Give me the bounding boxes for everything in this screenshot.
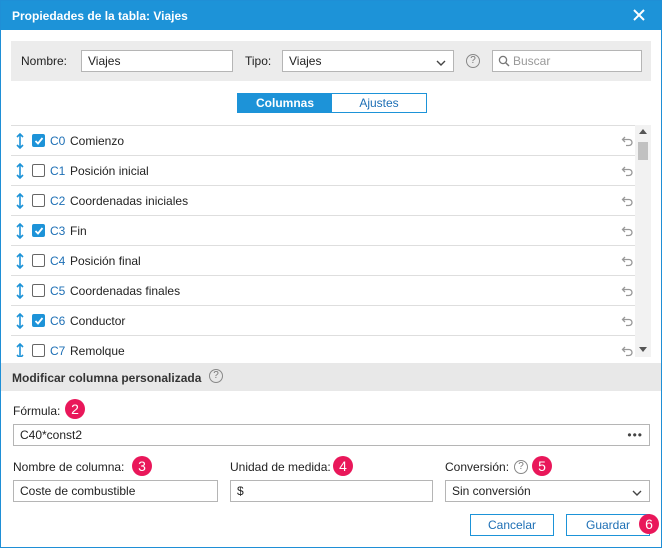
type-select-value: Viajes [289, 54, 322, 68]
list-scrollbar[interactable] [635, 125, 651, 357]
column-checkbox[interactable] [32, 344, 45, 357]
search-icon [498, 55, 510, 67]
column-code: C3 [50, 224, 66, 238]
column-code: C0 [50, 134, 66, 148]
column-name-label: Nombre de columna: [13, 460, 125, 474]
conversion-select[interactable]: Sin conversión [445, 480, 650, 502]
list-item: C0 Comienzo [11, 126, 635, 156]
list-item: C3 Fin [11, 216, 635, 246]
scroll-up-arrow-icon[interactable] [639, 129, 647, 134]
column-code: C6 [50, 314, 66, 328]
save-button[interactable]: Guardar [566, 514, 650, 536]
type-select[interactable]: Viajes [282, 50, 454, 72]
column-code: C1 [50, 164, 66, 178]
column-name: Remolque [70, 344, 125, 357]
list-item: C7 Remolque [11, 336, 635, 357]
tab-bar: Columnas Ajustes [237, 93, 427, 113]
reset-icon[interactable] [621, 345, 633, 357]
reset-icon[interactable] [621, 285, 633, 297]
list-item: C1 Posición inicial [11, 156, 635, 186]
tab-ajustes[interactable]: Ajustes [332, 94, 426, 112]
column-checkbox[interactable] [32, 254, 45, 267]
drag-handle-icon[interactable] [15, 132, 25, 150]
help-icon[interactable]: ? [209, 369, 223, 383]
drag-handle-icon[interactable] [15, 282, 25, 300]
column-name: Posición inicial [70, 164, 149, 178]
search-box[interactable] [492, 50, 642, 72]
column-code: C2 [50, 194, 66, 208]
close-icon[interactable] [631, 7, 647, 23]
reset-icon[interactable] [621, 225, 633, 237]
drag-handle-icon[interactable] [15, 342, 25, 357]
drag-handle-icon[interactable] [15, 222, 25, 240]
column-code: C5 [50, 284, 66, 298]
list-item: C5 Coordenadas finales [11, 276, 635, 306]
formula-label: Fórmula: [13, 404, 61, 418]
formula-input[interactable] [20, 425, 620, 445]
chevron-down-icon [631, 485, 643, 497]
dialog-title: Propiedades de la tabla: Viajes [12, 9, 188, 23]
scrollbar-thumb[interactable] [638, 142, 648, 160]
cancel-button[interactable]: Cancelar [470, 514, 554, 536]
list-item: C4 Posición final [11, 246, 635, 276]
section-title: Modificar columna personalizada [12, 371, 202, 385]
type-label: Tipo: [245, 54, 272, 68]
scroll-down-arrow-icon[interactable] [639, 347, 647, 352]
search-input[interactable] [513, 51, 637, 71]
custom-column-section-header: Modificar columna personalizada ? [1, 363, 661, 391]
column-checkbox[interactable] [32, 224, 45, 237]
callout-badge: 5 [532, 456, 552, 476]
conversion-select-value: Sin conversión [452, 484, 531, 498]
drag-handle-icon[interactable] [15, 192, 25, 210]
column-name: Comienzo [70, 134, 125, 148]
column-checkbox[interactable] [32, 314, 45, 327]
callout-badge: 3 [132, 456, 152, 476]
column-name: Conductor [70, 314, 126, 328]
reset-icon[interactable] [621, 195, 633, 207]
callout-badge: 6 [639, 514, 659, 534]
drag-handle-icon[interactable] [15, 312, 25, 330]
drag-handle-icon[interactable] [15, 162, 25, 180]
unit-input[interactable] [230, 480, 433, 502]
column-name: Coordenadas finales [70, 284, 181, 298]
callout-badge: 2 [65, 399, 85, 419]
column-checkbox[interactable] [32, 164, 45, 177]
help-icon[interactable]: ? [514, 460, 528, 474]
name-label: Nombre: [21, 54, 68, 68]
drag-handle-icon[interactable] [15, 252, 25, 270]
chevron-down-icon [435, 55, 447, 67]
dialog-titlebar: Propiedades de la tabla: Viajes [1, 1, 661, 30]
columns-list: C0 Comienzo C1 Posición inicial C2 Coord… [11, 125, 651, 357]
reset-icon[interactable] [621, 165, 633, 177]
reset-icon[interactable] [621, 135, 633, 147]
reset-icon[interactable] [621, 315, 633, 327]
help-icon[interactable]: ? [466, 54, 480, 68]
list-item: C6 Conductor [11, 306, 635, 336]
column-code: C7 [50, 344, 66, 357]
column-checkbox[interactable] [32, 194, 45, 207]
table-properties-dialog: Propiedades de la tabla: Viajes Nombre: … [0, 0, 662, 548]
formula-field[interactable]: ••• [13, 424, 650, 446]
conversion-label: Conversión: [445, 460, 510, 474]
column-code: C4 [50, 254, 66, 268]
column-name: Posición final [70, 254, 141, 268]
unit-label: Unidad de medida: [230, 460, 331, 474]
column-name-input[interactable] [13, 480, 218, 502]
callout-badge: 4 [333, 456, 353, 476]
column-checkbox[interactable] [32, 284, 45, 297]
filter-bar: Nombre: Tipo: Viajes ? [11, 41, 651, 81]
reset-icon[interactable] [621, 255, 633, 267]
column-checkbox[interactable] [32, 134, 45, 147]
list-item: C2 Coordenadas iniciales [11, 186, 635, 216]
tab-columnas[interactable]: Columnas [238, 94, 332, 112]
column-name: Coordenadas iniciales [70, 194, 189, 208]
column-name: Fin [70, 224, 87, 238]
name-input[interactable] [81, 50, 233, 72]
more-options-icon[interactable]: ••• [627, 428, 643, 442]
